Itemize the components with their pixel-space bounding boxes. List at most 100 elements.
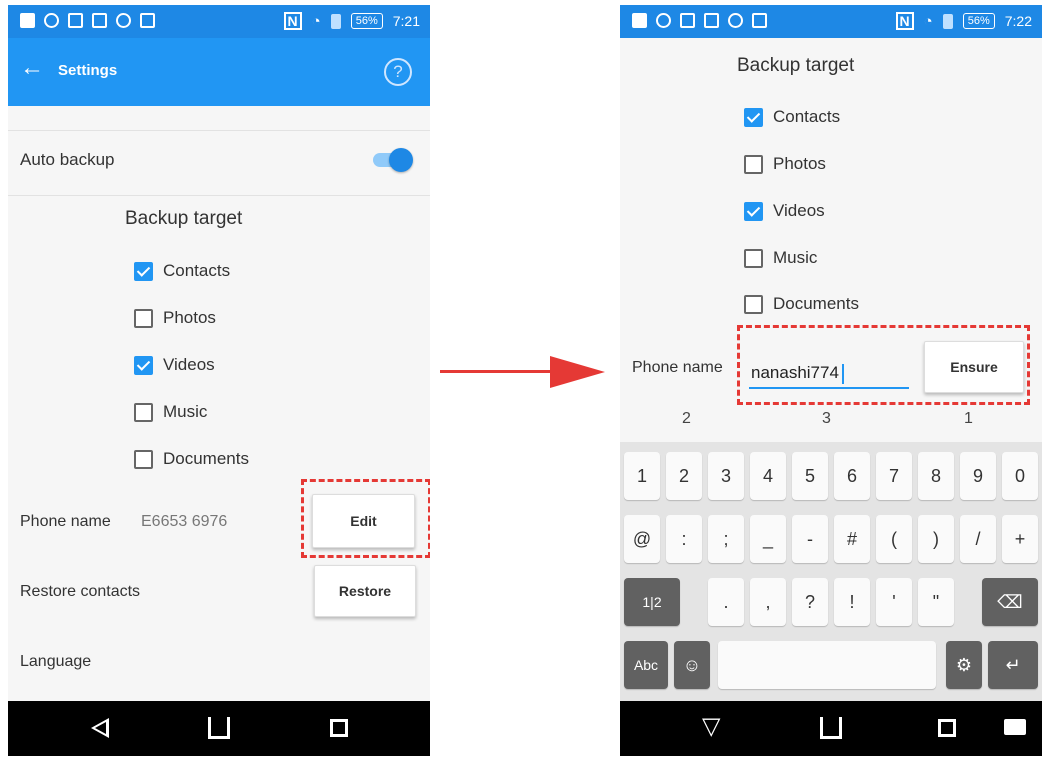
record-icon xyxy=(116,13,131,28)
checkbox-label: Music xyxy=(163,402,208,421)
auto-backup-label: Auto backup xyxy=(20,150,115,169)
nfc-icon: N xyxy=(895,12,914,30)
flow-arrow-head xyxy=(550,356,605,388)
backspace-icon[interactable]: ⌫ xyxy=(982,578,1038,626)
key-0[interactable]: 0 xyxy=(1002,452,1038,500)
key-quote[interactable]: " xyxy=(918,578,954,626)
checkbox-videos[interactable]: Videos xyxy=(134,355,215,375)
checkbox-checked[interactable] xyxy=(744,201,763,221)
key-3[interactable]: 3 xyxy=(708,452,744,500)
backup-target-title: Backup target xyxy=(125,208,243,229)
checkbox-photos[interactable]: Photos xyxy=(744,154,826,174)
checkbox-photos[interactable]: Photos xyxy=(134,308,216,328)
key-underscore[interactable]: _ xyxy=(750,515,786,563)
restore-button[interactable]: Restore xyxy=(314,565,416,617)
key-space[interactable] xyxy=(718,641,936,689)
key-4[interactable]: 4 xyxy=(750,452,786,500)
checkbox-music[interactable]: Music xyxy=(744,248,817,268)
key-at[interactable]: @ xyxy=(624,515,660,563)
nav-recents-icon[interactable] xyxy=(938,719,956,737)
checkbox-label: Contacts xyxy=(163,261,231,280)
checkbox-label: Photos xyxy=(163,308,216,327)
gear-icon[interactable]: ⚙ xyxy=(946,641,982,689)
checkbox-contacts[interactable]: Contacts xyxy=(134,261,230,281)
key-question[interactable]: ? xyxy=(792,578,828,626)
nfc-icon: N xyxy=(283,12,302,30)
divider xyxy=(8,130,430,131)
checkbox-unchecked[interactable] xyxy=(134,402,153,422)
checkbox-unchecked[interactable] xyxy=(134,308,153,328)
key-comma[interactable]: , xyxy=(750,578,786,626)
checkbox-unchecked[interactable] xyxy=(744,154,763,174)
phone-after: N ◔ 56% 7:22 Backup target Contacts Phot… xyxy=(620,5,1042,756)
status-bar: N ◔ 56% 7:21 xyxy=(8,5,430,38)
battery-indicator: 56% xyxy=(350,13,383,29)
key-2[interactable]: 2 xyxy=(666,452,702,500)
checkbox-unchecked[interactable] xyxy=(134,449,153,469)
key-close-paren[interactable]: ) xyxy=(918,515,954,563)
key-semicolon[interactable]: ; xyxy=(708,515,744,563)
keyboard-icon[interactable] xyxy=(1004,719,1026,735)
flow-arrow-line xyxy=(440,370,552,373)
key-period[interactable]: . xyxy=(708,578,744,626)
suggestion-item[interactable]: 1 xyxy=(964,410,973,428)
key-6[interactable]: 6 xyxy=(834,452,870,500)
divider xyxy=(8,195,430,196)
checkbox-contacts[interactable]: Contacts xyxy=(744,107,840,127)
key-plus[interactable]: + xyxy=(1002,515,1038,563)
nav-hide-keyboard-icon[interactable]: ▽ xyxy=(702,715,720,739)
app-bar: ← Settings ? xyxy=(8,38,430,106)
key-7[interactable]: 7 xyxy=(876,452,912,500)
emoji-icon[interactable]: ☺ xyxy=(674,641,710,689)
language-label[interactable]: Language xyxy=(20,653,91,671)
phone-name-value: E6653 6976 xyxy=(141,513,228,530)
key-5[interactable]: 5 xyxy=(792,452,828,500)
key-symbol-page[interactable]: 1|2 xyxy=(624,578,680,626)
highlight-box xyxy=(737,325,1030,405)
download-icon xyxy=(704,13,719,28)
key-slash[interactable]: / xyxy=(960,515,996,563)
nav-home-icon[interactable] xyxy=(820,717,842,739)
page-title: Settings xyxy=(58,62,118,79)
key-colon[interactable]: : xyxy=(666,515,702,563)
key-abc[interactable]: Abc xyxy=(624,641,668,689)
checkbox-label: Contacts xyxy=(773,107,841,126)
key-hash[interactable]: # xyxy=(834,515,870,563)
nav-home-icon[interactable] xyxy=(208,717,230,739)
suggestion-item[interactable]: 3 xyxy=(822,410,831,428)
help-icon[interactable]: ? xyxy=(384,58,412,86)
enter-icon[interactable]: ↵ xyxy=(988,641,1038,689)
nav-recents-icon[interactable] xyxy=(330,719,348,737)
status-bar: N ◔ 56% 7:22 xyxy=(620,5,1042,38)
checkbox-videos[interactable]: Videos xyxy=(744,201,825,221)
image-icon xyxy=(68,13,83,28)
checkbox-unchecked[interactable] xyxy=(744,294,763,314)
key-apostrophe[interactable]: ' xyxy=(876,578,912,626)
key-exclamation[interactable]: ! xyxy=(834,578,870,626)
suggestion-item[interactable]: 2 xyxy=(682,410,691,428)
navigation-bar xyxy=(8,701,430,756)
checkbox-checked[interactable] xyxy=(744,107,763,127)
checkbox-label: Photos xyxy=(773,154,826,173)
checkbox-documents[interactable]: Documents xyxy=(134,449,249,469)
key-8[interactable]: 8 xyxy=(918,452,954,500)
checkbox-label: Documents xyxy=(163,449,249,468)
sim-icon xyxy=(140,13,155,28)
phone-name-label: Phone name xyxy=(632,359,723,376)
nav-back-icon[interactable] xyxy=(91,718,109,738)
checkbox-unchecked[interactable] xyxy=(744,248,763,268)
checkbox-checked[interactable] xyxy=(134,355,153,375)
key-1[interactable]: 1 xyxy=(624,452,660,500)
checkbox-documents[interactable]: Documents xyxy=(744,294,859,314)
soft-keyboard: 1 2 3 4 5 6 7 8 9 0 @ : ; _ - # ( ) / + … xyxy=(620,442,1042,701)
image-icon xyxy=(680,13,695,28)
checkbox-music[interactable]: Music xyxy=(134,402,207,422)
checkbox-checked[interactable] xyxy=(134,261,153,281)
back-arrow-icon[interactable]: ← xyxy=(20,56,44,80)
key-9[interactable]: 9 xyxy=(960,452,996,500)
key-open-paren[interactable]: ( xyxy=(876,515,912,563)
auto-backup-toggle-knob[interactable] xyxy=(389,148,413,172)
checkbox-label: Documents xyxy=(773,294,859,313)
key-hyphen[interactable]: - xyxy=(792,515,828,563)
restore-contacts-label: Restore contacts xyxy=(20,583,141,600)
